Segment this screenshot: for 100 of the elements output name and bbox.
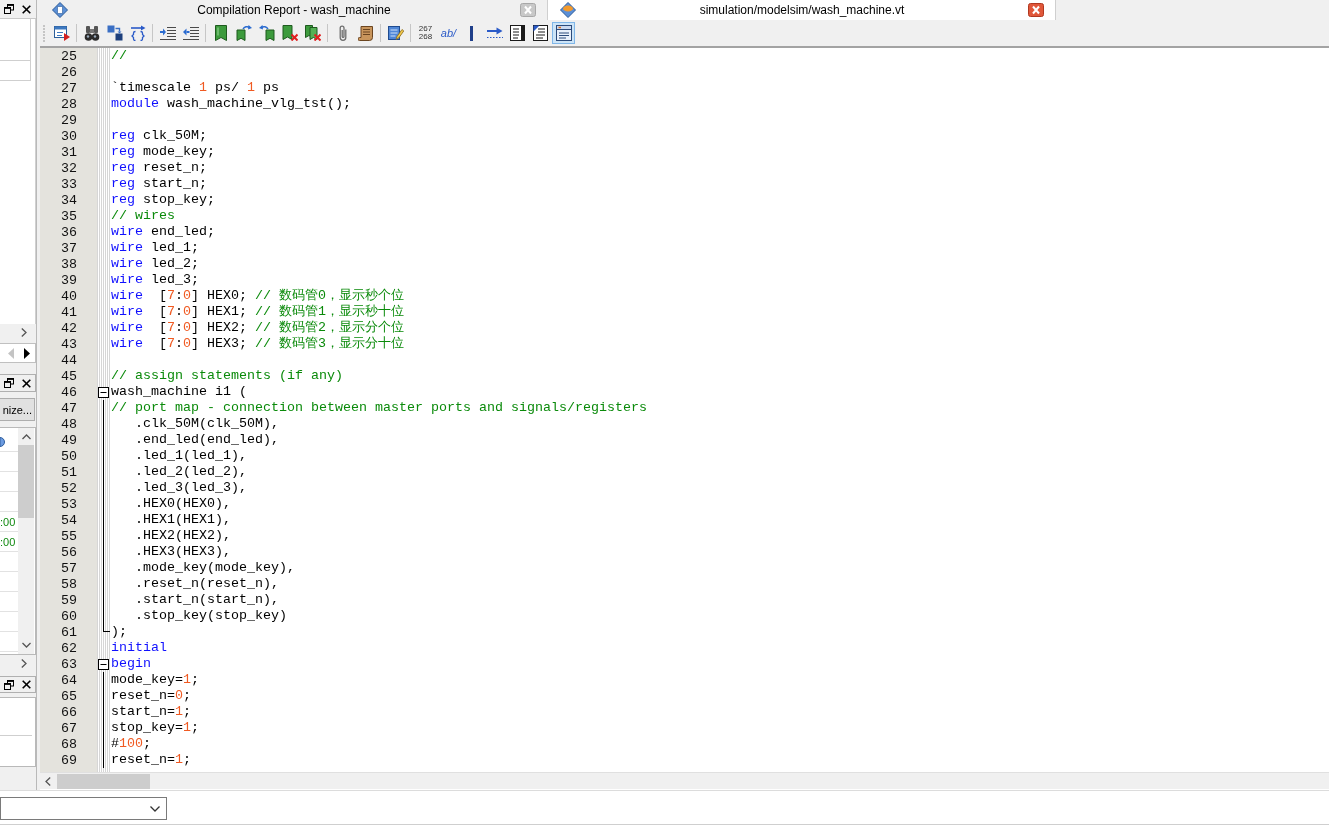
line-number: 40 — [61, 288, 77, 304]
braces-arrow-icon — [129, 25, 146, 41]
line-number: 47 — [61, 400, 77, 416]
close-icon[interactable] — [22, 378, 31, 388]
line-number: 59 — [61, 592, 77, 608]
line-number: 49 — [61, 432, 77, 448]
line-number: 63 — [61, 656, 77, 672]
document-pencil-icon — [387, 25, 404, 41]
up-chevron-icon[interactable] — [21, 434, 31, 440]
code-line: .HEX1(HEX1), — [135, 512, 231, 528]
outdent-icon — [182, 25, 199, 41]
restore-icon[interactable] — [4, 378, 14, 388]
line-number: 42 — [61, 320, 77, 336]
code-line: wire [7:0] HEX2; // 数码管2，显示分个位 — [111, 320, 404, 336]
code-line: wire [7:0] HEX1; // 数码管1，显示秒十位 — [111, 304, 404, 320]
code-line: .led_1(led_1), — [135, 448, 247, 464]
vertical-bar-icon — [470, 25, 473, 41]
code-line: stop_key=1; — [111, 720, 199, 736]
code-line: wire led_2; — [111, 256, 199, 272]
code-line: // — [111, 48, 127, 64]
binoculars-icon — [83, 25, 100, 41]
right-chevron-icon[interactable] — [21, 327, 27, 337]
line-number: 53 — [61, 496, 77, 512]
line-number: 41 — [61, 304, 77, 320]
chevron-down-icon — [150, 805, 160, 812]
bookmark-icon — [214, 25, 227, 41]
code-line: reset_n=0; — [111, 688, 191, 704]
right-arrow-icon[interactable] — [24, 347, 30, 359]
code-line: wash_machine i1 ( — [111, 384, 247, 400]
code-line: `timescale 1 ps/ 1 ps — [111, 80, 279, 96]
text-button[interactable]: ab/ — [437, 22, 460, 44]
line-numbers-button[interactable]: 267 268 — [414, 22, 437, 44]
panel-button[interactable]: nize... — [0, 398, 35, 421]
line-number: 35 — [61, 208, 77, 224]
restore-icon[interactable] — [4, 679, 14, 690]
close-icon[interactable] — [22, 680, 31, 689]
line-number: 27 — [61, 80, 77, 96]
scroll-thumb[interactable] — [18, 445, 34, 518]
code-line: begin — [111, 656, 151, 672]
diamond-page-icon — [52, 2, 68, 18]
line-number: 68 — [61, 736, 77, 752]
code-line: reg start_n; — [111, 176, 207, 192]
code-line: wire [7:0] HEX3; // 数码管3，显示分十位 — [111, 336, 404, 352]
code-line: // assign statements (if any) — [111, 368, 343, 384]
restore-icon[interactable] — [4, 4, 14, 14]
line-number: 58 — [61, 576, 77, 592]
code-line: module wash_machine_vlg_tst(); — [111, 96, 351, 112]
editor-tab[interactable]: simulation/modelsim/wash_machine.vt — [548, 0, 1056, 20]
bookmark-arrow-icon — [235, 25, 252, 41]
scrollbar[interactable] — [40, 772, 1329, 789]
code-line: wire led_3; — [111, 272, 199, 288]
scroll-thumb[interactable] — [57, 773, 150, 789]
code-line: // wires — [111, 208, 175, 224]
close-icon[interactable] — [22, 4, 31, 14]
line-number: 67 — [61, 720, 77, 736]
code-line: reset_n=1; — [111, 752, 191, 768]
dropdown[interactable] — [0, 797, 167, 820]
code-line: wire end_led; — [111, 224, 215, 240]
scroll-icon — [358, 25, 373, 41]
code-line: mode_key=1; — [111, 672, 199, 688]
line-number: 64 — [61, 672, 77, 688]
code-line: .HEX3(HEX3), — [135, 544, 231, 560]
right-chevron-icon[interactable] — [21, 658, 27, 668]
line-number: 37 — [61, 240, 77, 256]
panel-button[interactable] — [552, 22, 575, 44]
line-number: 29 — [61, 112, 77, 128]
line-number: 62 — [61, 640, 77, 656]
code-line: .HEX2(HEX2), — [135, 528, 231, 544]
line-number: 25 — [61, 48, 77, 64]
document-corner-icon — [533, 25, 548, 41]
close-icon[interactable] — [1028, 3, 1044, 17]
indent-icon — [159, 25, 176, 41]
code-line: .stop_key(stop_key) — [135, 608, 287, 624]
left-chevron-icon[interactable] — [45, 776, 51, 786]
code-line: #100; — [111, 736, 151, 752]
line-number: 61 — [61, 624, 77, 640]
line-number: 65 — [61, 688, 77, 704]
code-line: reg clk_50M; — [111, 128, 207, 144]
line-number: 33 — [61, 176, 77, 192]
code-line: ); — [111, 624, 127, 640]
line-number: 36 — [61, 224, 77, 240]
collapse-icon[interactable] — [98, 658, 109, 670]
line-number: 55 — [61, 528, 77, 544]
code-line: initial — [111, 640, 167, 656]
line-number: 56 — [61, 544, 77, 560]
scrollbar[interactable] — [18, 428, 34, 654]
down-chevron-icon[interactable] — [21, 642, 31, 648]
collapse-icon[interactable] — [98, 386, 109, 398]
line-number: 54 — [61, 512, 77, 528]
line-number: 31 — [61, 144, 77, 160]
time-text: :00 — [0, 535, 16, 548]
window-lines-icon — [555, 25, 572, 41]
code-line: // port map - connection between master ports and signals/registers — [111, 400, 647, 416]
bookmark-arrow-icon — [258, 25, 275, 41]
code-line: .mode_key(mode_key), — [135, 560, 295, 576]
code-line: .clk_50M(clk_50M), — [135, 416, 279, 432]
diamond-icon — [560, 2, 576, 18]
code-line: wire [7:0] HEX0; // 数码管0，显示秒个位 — [111, 288, 404, 304]
code-line: wire led_1; — [111, 240, 199, 256]
bookmark-cross-icon — [281, 25, 298, 41]
